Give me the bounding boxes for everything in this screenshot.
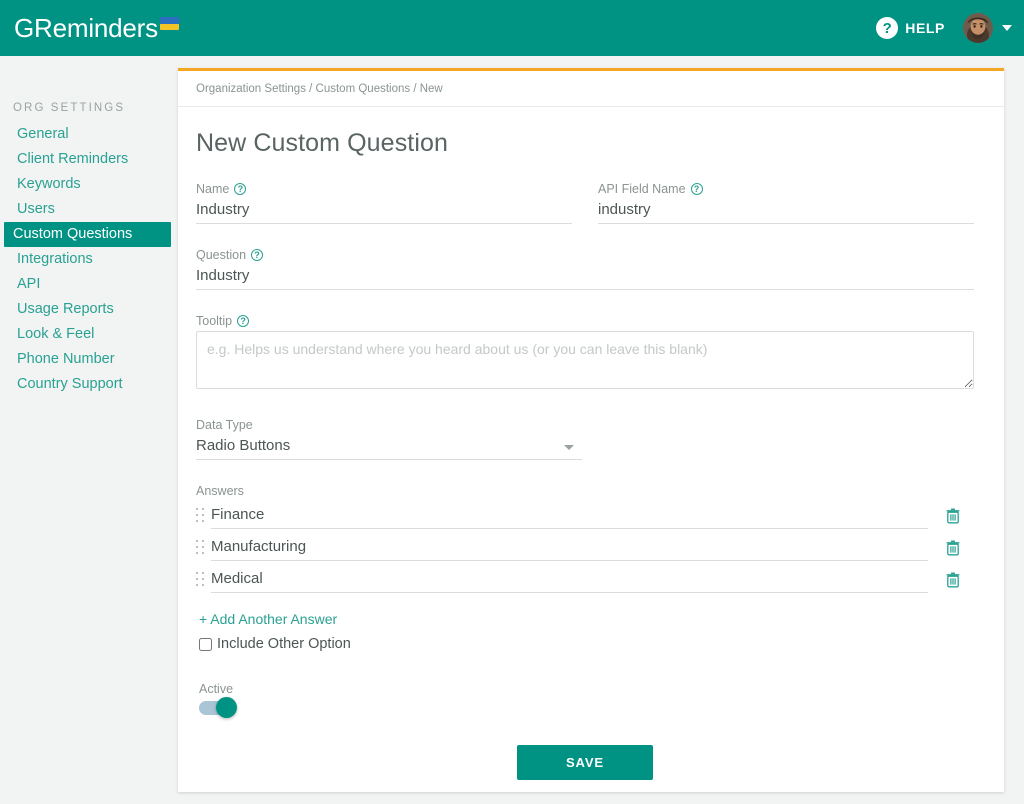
help-icon[interactable]: ? bbox=[234, 183, 246, 195]
sidebar-item-custom-questions[interactable]: Custom Questions bbox=[4, 222, 171, 247]
api-field-name-input[interactable] bbox=[598, 199, 974, 224]
answer-input[interactable] bbox=[211, 568, 928, 593]
page-title: New Custom Question bbox=[196, 129, 974, 158]
drag-handle-icon[interactable] bbox=[196, 508, 205, 524]
help-button[interactable]: ? HELP bbox=[876, 17, 945, 39]
data-type-value: Radio Buttons bbox=[196, 435, 582, 460]
data-type-field-group: Data Type Radio Buttons bbox=[196, 418, 974, 460]
tooltip-label: Tooltip ? bbox=[196, 314, 974, 328]
trash-icon[interactable] bbox=[928, 508, 974, 524]
brand-name: GReminders bbox=[14, 14, 158, 42]
tooltip-label-text: Tooltip bbox=[196, 314, 232, 328]
question-circle-icon: ? bbox=[876, 17, 898, 39]
data-type-label-text: Data Type bbox=[196, 418, 253, 432]
include-other-option-label[interactable]: Include Other Option bbox=[217, 636, 351, 652]
answers-label: Answers bbox=[196, 484, 974, 498]
name-label: Name ? bbox=[196, 182, 572, 196]
answers-section: Answers bbox=[196, 484, 974, 652]
question-label-text: Question bbox=[196, 248, 246, 262]
help-icon[interactable]: ? bbox=[251, 249, 263, 261]
content-card: Organization Settings / Custom Questions… bbox=[178, 68, 1004, 792]
breadcrumb: Organization Settings / Custom Questions… bbox=[178, 71, 1004, 107]
add-another-answer-link[interactable]: + Add Another Answer bbox=[199, 611, 337, 627]
sidebar-item-users[interactable]: Users bbox=[4, 197, 171, 222]
name-input[interactable] bbox=[196, 199, 572, 224]
answer-input[interactable] bbox=[211, 504, 928, 529]
form-container: New Custom Question Name ? API Field Nam… bbox=[178, 107, 1004, 780]
name-label-text: Name bbox=[196, 182, 229, 196]
top-header-bar: GReminders ? HELP bbox=[0, 0, 1024, 56]
question-label: Question ? bbox=[196, 248, 974, 262]
name-field-group: Name ? bbox=[196, 182, 572, 224]
sidebar: ORG SETTINGS General Client Reminders Ke… bbox=[0, 56, 175, 804]
active-section: Active bbox=[196, 682, 974, 715]
help-label: HELP bbox=[905, 20, 945, 36]
data-type-label: Data Type bbox=[196, 418, 974, 432]
user-avatar[interactable] bbox=[963, 13, 993, 43]
question-input[interactable] bbox=[196, 265, 974, 290]
save-row: SAVE bbox=[196, 745, 974, 780]
name-row: Name ? API Field Name ? bbox=[196, 182, 974, 248]
toggle-knob bbox=[216, 697, 237, 718]
api-field-name-group: API Field Name ? bbox=[598, 182, 974, 224]
active-toggle[interactable] bbox=[199, 701, 235, 715]
include-other-option-checkbox[interactable] bbox=[199, 638, 212, 651]
ukraine-flag-icon bbox=[160, 17, 179, 30]
tooltip-field-group: Tooltip ? bbox=[196, 314, 974, 394]
answer-row bbox=[196, 532, 974, 564]
api-field-name-label-text: API Field Name bbox=[598, 182, 686, 196]
answer-input[interactable] bbox=[211, 536, 928, 561]
trash-icon[interactable] bbox=[928, 540, 974, 556]
answer-row bbox=[196, 500, 974, 532]
sidebar-item-phone-number[interactable]: Phone Number bbox=[4, 347, 171, 372]
api-field-name-label: API Field Name ? bbox=[598, 182, 974, 196]
help-icon[interactable]: ? bbox=[691, 183, 703, 195]
sidebar-item-keywords[interactable]: Keywords bbox=[4, 172, 171, 197]
sidebar-item-country-support[interactable]: Country Support bbox=[4, 372, 171, 397]
include-other-option-row: Include Other Option bbox=[199, 636, 974, 652]
question-field-group: Question ? bbox=[196, 248, 974, 290]
help-icon[interactable]: ? bbox=[237, 315, 249, 327]
trash-icon[interactable] bbox=[928, 572, 974, 588]
active-label: Active bbox=[199, 682, 974, 696]
sidebar-item-client-reminders[interactable]: Client Reminders bbox=[4, 147, 171, 172]
data-type-select[interactable]: Radio Buttons bbox=[196, 435, 582, 460]
sidebar-heading: ORG SETTINGS bbox=[13, 102, 175, 114]
save-button[interactable]: SAVE bbox=[517, 745, 653, 780]
sidebar-item-api[interactable]: API bbox=[4, 272, 171, 297]
sidebar-item-integrations[interactable]: Integrations bbox=[4, 247, 171, 272]
tooltip-textarea[interactable] bbox=[196, 331, 974, 389]
sidebar-item-look-and-feel[interactable]: Look & Feel bbox=[4, 322, 171, 347]
brand-logo[interactable]: GReminders bbox=[14, 14, 179, 42]
drag-handle-icon[interactable] bbox=[196, 572, 205, 588]
sidebar-item-usage-reports[interactable]: Usage Reports bbox=[4, 297, 171, 322]
drag-handle-icon[interactable] bbox=[196, 540, 205, 556]
sidebar-item-general[interactable]: General bbox=[4, 122, 171, 147]
chevron-down-icon[interactable] bbox=[1002, 25, 1012, 31]
answer-row bbox=[196, 564, 974, 596]
header-actions: ? HELP bbox=[876, 13, 1012, 43]
